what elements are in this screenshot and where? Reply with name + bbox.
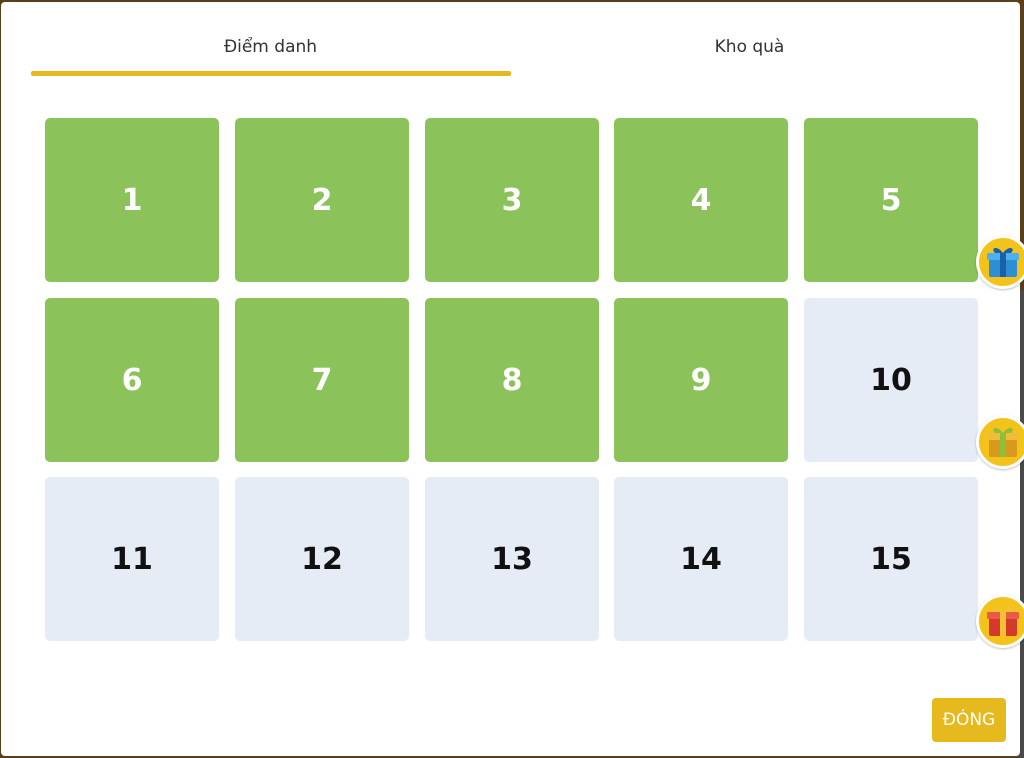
gift-red-icon[interactable] bbox=[976, 594, 1024, 648]
day-cell-15[interactable]: 15 bbox=[804, 477, 978, 641]
tab-bar: Điểm danh Kho quà bbox=[31, 28, 989, 78]
day-label: 10 bbox=[870, 362, 912, 398]
close-button[interactable]: ĐÓNG bbox=[932, 698, 1006, 742]
day-label: 2 bbox=[311, 182, 333, 218]
checkin-modal: Điểm danh Kho quà 1 2 3 4 5 6 7 8 9 10 1… bbox=[1, 2, 1024, 756]
tab-gift-store-label: Kho quà bbox=[714, 37, 785, 57]
day-cell-11[interactable]: 11 bbox=[45, 477, 219, 641]
tab-checkin-label: Điểm danh bbox=[223, 37, 318, 57]
day-cell-13[interactable]: 13 bbox=[425, 477, 599, 641]
day-cell-8[interactable]: 8 bbox=[425, 298, 599, 462]
day-cell-1[interactable]: 1 bbox=[45, 118, 219, 282]
day-cell-3[interactable]: 3 bbox=[425, 118, 599, 282]
day-label: 12 bbox=[301, 541, 343, 577]
day-label: 11 bbox=[111, 541, 153, 577]
day-cell-10[interactable]: 10 bbox=[804, 298, 978, 462]
day-label: 14 bbox=[680, 541, 722, 577]
day-cell-5[interactable]: 5 bbox=[804, 118, 978, 282]
day-label: 15 bbox=[870, 541, 912, 577]
day-label: 6 bbox=[121, 362, 143, 398]
gift-gold-icon[interactable] bbox=[976, 415, 1024, 469]
day-label: 9 bbox=[690, 362, 712, 398]
day-label: 7 bbox=[311, 362, 333, 398]
tab-gift-store[interactable]: Kho quà bbox=[510, 28, 989, 76]
day-cell-6[interactable]: 6 bbox=[45, 298, 219, 462]
day-label: 8 bbox=[501, 362, 523, 398]
gift-blue-icon[interactable] bbox=[976, 235, 1024, 289]
day-grid: 1 2 3 4 5 6 7 8 9 10 11 12 13 14 15 bbox=[45, 118, 1024, 648]
active-tab-indicator bbox=[31, 71, 511, 76]
day-label: 4 bbox=[690, 182, 712, 218]
day-cell-7[interactable]: 7 bbox=[235, 298, 409, 462]
day-label: 5 bbox=[880, 182, 902, 218]
day-cell-12[interactable]: 12 bbox=[235, 477, 409, 641]
day-cell-9[interactable]: 9 bbox=[614, 298, 788, 462]
day-label: 13 bbox=[491, 541, 533, 577]
tab-checkin[interactable]: Điểm danh bbox=[31, 28, 510, 76]
day-label: 1 bbox=[121, 182, 143, 218]
day-label: 3 bbox=[501, 182, 523, 218]
day-cell-14[interactable]: 14 bbox=[614, 477, 788, 641]
day-cell-4[interactable]: 4 bbox=[614, 118, 788, 282]
day-cell-2[interactable]: 2 bbox=[235, 118, 409, 282]
